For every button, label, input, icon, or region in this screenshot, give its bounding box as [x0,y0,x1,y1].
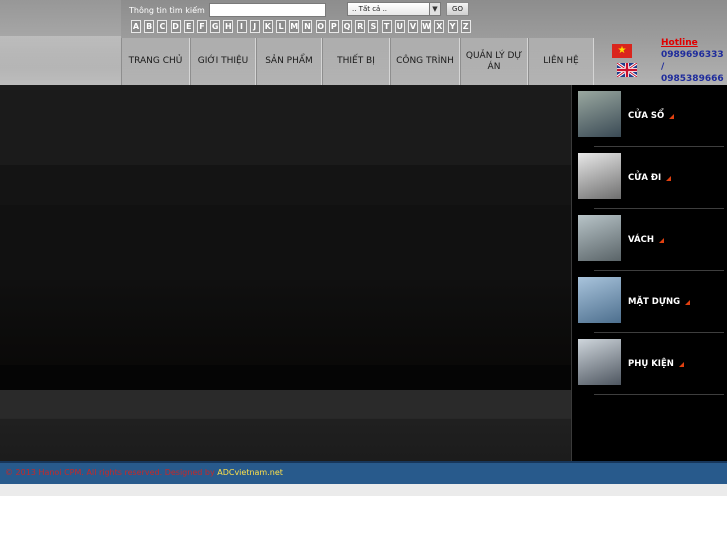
search-label: Thông tin tìm kiếm [129,5,205,15]
footer-designer-link[interactable]: ADCvietnam.net [217,468,283,477]
alphabet-letter-k[interactable]: K [262,20,273,33]
alphabet-letter-g[interactable]: G [210,20,221,33]
nav-item-5[interactable]: CÔNG TRÌNH [390,38,460,85]
alphabet-letter-u[interactable]: U [394,20,405,33]
sidebar-item-label: CỬA SỔ [628,85,675,147]
sidebar-item-4[interactable]: MẶT DỰNG [572,271,727,333]
alphabet-letter-q[interactable]: Q [342,20,352,33]
header: Thông tin tìm kiếm .. Tất cả .. ▼ GO ABC… [0,0,727,85]
vietnam-flag-icon[interactable]: ★ [612,44,632,58]
nav-item-3[interactable]: SẢN PHẨM [256,38,322,85]
sidebar-item-text: VÁCH [628,235,654,245]
sidebar-item-text: CỬA ĐI [628,173,662,183]
hotline-separator: / [661,62,665,72]
alphabet-letter-b[interactable]: B [144,20,155,33]
triangle-arrow-icon [678,361,684,367]
alphabet-letter-j[interactable]: J [249,20,260,33]
alphabet-letter-r[interactable]: R [355,20,366,33]
alphabet-letter-x[interactable]: X [434,20,445,33]
sidebar-item-1[interactable]: CỬA SỔ [572,85,727,147]
alphabet-letter-h[interactable]: H [223,20,234,33]
nav-item-2[interactable]: GIỚI THIỆU [190,38,256,85]
partition-thumbnail [578,215,621,261]
search-input[interactable] [208,3,326,17]
alphabet-letter-y[interactable]: Y [447,20,458,33]
bottom-strip [0,484,727,496]
sidebar-item-label: PHỤ KIỆN [628,333,684,395]
footer: © 2013 Hanoi CPM. All rights reserved. D… [0,461,727,484]
language-switcher: ★ [610,42,640,82]
alphabet-letter-m[interactable]: M [289,20,300,33]
hotline-number-1: 0989696333 [661,50,724,60]
hotline-number-2: 0985389666 [661,74,724,84]
triangle-arrow-icon [685,299,691,305]
category-select[interactable]: .. Tất cả .. ▼ [347,2,441,16]
category-selected-value: .. Tất cả .. [352,5,388,13]
page: Thông tin tìm kiếm .. Tất cả .. ▼ GO ABC… [0,0,727,545]
alphabet-letter-s[interactable]: S [368,20,379,33]
uk-flag-icon[interactable] [617,63,637,77]
triangle-arrow-icon [658,237,664,243]
window-thumbnail [578,91,621,137]
alphabet-letter-i[interactable]: I [236,20,247,33]
chevron-down-icon: ▼ [429,3,440,15]
facade-thumbnail [578,277,621,323]
alphabet-letter-a[interactable]: A [131,20,141,33]
alphabet-letter-c[interactable]: C [157,20,168,33]
nav-item-1[interactable]: TRANG CHỦ [121,38,190,85]
alphabet-letter-e[interactable]: E [183,20,194,33]
alphabet-letter-z[interactable]: Z [460,20,471,33]
product-category-sidebar: CỬA SỔ CỬA ĐI VÁCH MẶT DỰNG PHỤ KIỆN [571,85,727,461]
banner-slideshow [0,85,571,461]
triangle-arrow-icon [666,175,672,181]
sidebar-item-5[interactable]: PHỤ KIỆN [572,333,727,395]
alphabet-letter-d[interactable]: D [170,20,181,33]
alphabet-filter: ABCDEFGHIJKLMNOPQRSTUVWXYZ [131,20,474,33]
nav-item-7[interactable]: LIÊN HỆ [528,38,594,85]
nav-item-6[interactable]: QUẢN LÝ DỰ ÁN [460,38,528,85]
alphabet-letter-o[interactable]: O [315,20,326,33]
footer-copyright: © 2013 Hanoi CPM. All rights reserved. D… [5,468,215,477]
hotline-title[interactable]: Hotline [661,38,727,49]
sidebar-item-text: PHỤ KIỆN [628,359,674,369]
sidebar-item-3[interactable]: VÁCH [572,209,727,271]
nav-item-4[interactable]: THIẾT BỊ [322,38,390,85]
alphabet-letter-f[interactable]: F [196,20,207,33]
alphabet-letter-w[interactable]: W [421,20,432,33]
sidebar-item-text: CỬA SỔ [628,111,665,121]
logo-area [0,0,121,85]
search-bar: Thông tin tìm kiếm [129,2,326,18]
sidebar-item-label: MẶT DỰNG [628,271,691,333]
go-button[interactable]: GO [446,2,469,16]
alphabet-letter-v[interactable]: V [407,20,418,33]
sidebar-item-text: MẶT DỰNG [628,297,681,307]
hotline: Hotline 0989696333 / 0985389666 [661,38,727,85]
sidebar-item-label: CỬA ĐI [628,147,672,209]
triangle-arrow-icon [669,113,675,119]
alphabet-letter-p[interactable]: P [328,20,339,33]
accessory-thumbnail [578,339,621,385]
alphabet-letter-l[interactable]: L [276,20,287,33]
main-nav: TRANG CHỦ GIỚI THIỆU SẢN PHẨM THIẾT BỊ CÔNG … [121,38,594,85]
sidebar-item-label: VÁCH [628,209,664,271]
door-thumbnail [578,153,621,199]
alphabet-letter-n[interactable]: N [302,20,313,33]
sidebar-item-2[interactable]: CỬA ĐI [572,147,727,209]
alphabet-letter-t[interactable]: T [381,20,392,33]
